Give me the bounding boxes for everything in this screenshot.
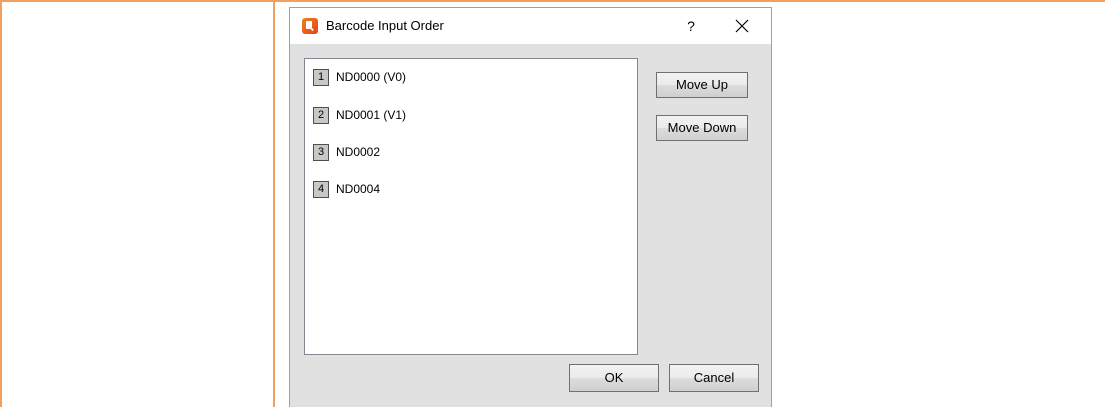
close-button[interactable] xyxy=(726,12,758,40)
barcode-input-order-dialog: Barcode Input Order ? 1 ND0000 (V0) 2 ND… xyxy=(289,7,772,407)
dialog-title: Barcode Input Order xyxy=(326,18,444,33)
order-index-badge: 4 xyxy=(313,180,329,198)
close-icon xyxy=(735,19,749,33)
order-index-badge: 2 xyxy=(313,106,329,124)
help-button[interactable]: ? xyxy=(678,14,704,38)
move-up-button[interactable]: Move Up xyxy=(656,72,748,98)
dialog-titlebar[interactable]: Barcode Input Order ? xyxy=(290,8,771,44)
list-item-label: ND0001 (V1) xyxy=(336,108,407,122)
list-item-label: ND0004 xyxy=(336,182,381,196)
list-item-label: ND0000 (V0) xyxy=(336,70,407,84)
order-index-badge: 1 xyxy=(313,68,329,86)
cancel-button[interactable]: Cancel xyxy=(669,364,759,392)
app-logo-icon xyxy=(302,18,318,34)
list-item[interactable]: 2 ND0001 (V1) xyxy=(313,106,406,124)
input-order-list[interactable]: 1 ND0000 (V0) 2 ND0001 (V1) 3 ND0002 4 N… xyxy=(304,58,638,355)
list-item[interactable]: 4 ND0004 xyxy=(313,180,380,198)
order-index-badge: 3 xyxy=(313,143,329,161)
list-item-label: ND0002 xyxy=(336,145,381,159)
frame-column-divider xyxy=(273,0,275,407)
ok-button[interactable]: OK xyxy=(569,364,659,392)
frame-border-left xyxy=(0,0,2,407)
frame-border-top xyxy=(0,0,1105,2)
page-background: Barcode Input Order ? 1 ND0000 (V0) 2 ND… xyxy=(0,0,1105,407)
list-item[interactable]: 1 ND0000 (V0) xyxy=(313,68,406,86)
move-down-button[interactable]: Move Down xyxy=(656,115,748,141)
list-item[interactable]: 3 ND0002 xyxy=(313,143,380,161)
